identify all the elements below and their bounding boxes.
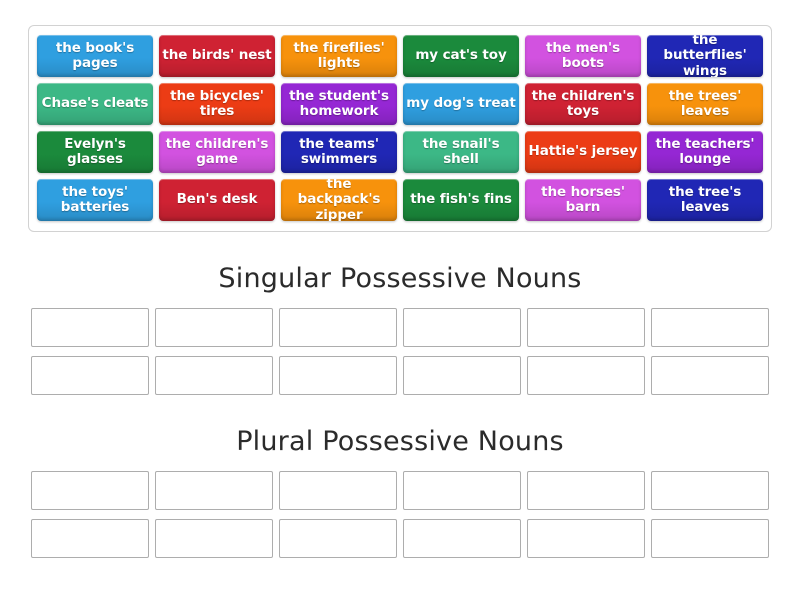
word-tile[interactable]: Chase's cleats xyxy=(37,83,153,125)
drop-slot[interactable] xyxy=(651,470,769,510)
drop-slot[interactable] xyxy=(155,518,273,558)
drop-slot[interactable] xyxy=(31,307,149,347)
drop-slot[interactable] xyxy=(403,470,521,510)
category-plural-possessive-nouns: Plural Possessive Nouns xyxy=(28,418,772,562)
word-tile[interactable]: my cat's toy xyxy=(403,35,519,77)
word-tile[interactable]: the snail's shell xyxy=(403,131,519,173)
drop-slot-row xyxy=(28,351,772,399)
drop-slot[interactable] xyxy=(31,355,149,395)
word-tile[interactable]: the student's homework xyxy=(281,83,397,125)
word-tile[interactable]: the backpack's zipper xyxy=(281,179,397,221)
word-tile[interactable]: the book's pages xyxy=(37,35,153,77)
word-tile[interactable]: the teachers' lounge xyxy=(647,131,763,173)
category-title: Plural Possessive Nouns xyxy=(236,426,564,457)
word-tile[interactable]: the children's toys xyxy=(525,83,641,125)
word-tile[interactable]: the teams' swimmers xyxy=(281,131,397,173)
tile-row: Chase's cleats the bicycles' tires the stu… xyxy=(34,80,766,128)
word-bank: the book's pages the birds' nest the firef… xyxy=(28,25,772,232)
drop-slot[interactable] xyxy=(403,307,521,347)
drop-slot[interactable] xyxy=(651,307,769,347)
category-title: Singular Possessive Nouns xyxy=(218,263,582,294)
drop-slot[interactable] xyxy=(527,355,645,395)
word-tile[interactable]: the toys' batteries xyxy=(37,179,153,221)
word-tile[interactable]: the men's boots xyxy=(525,35,641,77)
drop-slot[interactable] xyxy=(527,470,645,510)
word-tile[interactable]: Hattie's jersey xyxy=(525,131,641,173)
word-tile[interactable]: the horses' barn xyxy=(525,179,641,221)
drop-zone-area-singular xyxy=(28,303,772,399)
drop-slot-row xyxy=(28,303,772,351)
drop-slot[interactable] xyxy=(403,355,521,395)
drop-slot[interactable] xyxy=(279,355,397,395)
drop-slot[interactable] xyxy=(279,518,397,558)
tile-row: Evelyn's glasses the children's game the t… xyxy=(34,128,766,176)
drop-slot[interactable] xyxy=(279,470,397,510)
drop-slot[interactable] xyxy=(155,470,273,510)
drop-slot[interactable] xyxy=(651,518,769,558)
tile-row: the toys' batteries Ben's desk the backpac… xyxy=(34,176,766,224)
word-tile[interactable]: the children's game xyxy=(159,131,275,173)
group-sort-activity: the book's pages the birds' nest the firef… xyxy=(0,0,800,600)
tile-row: the book's pages the birds' nest the firef… xyxy=(34,32,766,80)
drop-slot[interactable] xyxy=(279,307,397,347)
drop-slot-row xyxy=(28,514,772,562)
drop-slot[interactable] xyxy=(31,470,149,510)
drop-slot-row xyxy=(28,466,772,514)
drop-slot[interactable] xyxy=(403,518,521,558)
drop-slot[interactable] xyxy=(155,355,273,395)
word-tile[interactable]: the fireflies' lights xyxy=(281,35,397,77)
word-tile[interactable]: the trees' leaves xyxy=(647,83,763,125)
drop-slot[interactable] xyxy=(31,518,149,558)
word-tile[interactable]: the tree's leaves xyxy=(647,179,763,221)
word-tile[interactable]: the fish's fins xyxy=(403,179,519,221)
drop-slot[interactable] xyxy=(651,355,769,395)
category-singular-possessive-nouns: Singular Possessive Nouns xyxy=(28,255,772,399)
word-tile[interactable]: the birds' nest xyxy=(159,35,275,77)
drop-slot[interactable] xyxy=(527,307,645,347)
drop-slot[interactable] xyxy=(155,307,273,347)
word-tile[interactable]: the bicycles' tires xyxy=(159,83,275,125)
drop-slot[interactable] xyxy=(527,518,645,558)
word-tile[interactable]: Evelyn's glasses xyxy=(37,131,153,173)
word-tile[interactable]: Ben's desk xyxy=(159,179,275,221)
drop-zone-area-plural xyxy=(28,466,772,562)
word-tile[interactable]: my dog's treat xyxy=(403,83,519,125)
word-tile[interactable]: the butterflies' wings xyxy=(647,35,763,77)
